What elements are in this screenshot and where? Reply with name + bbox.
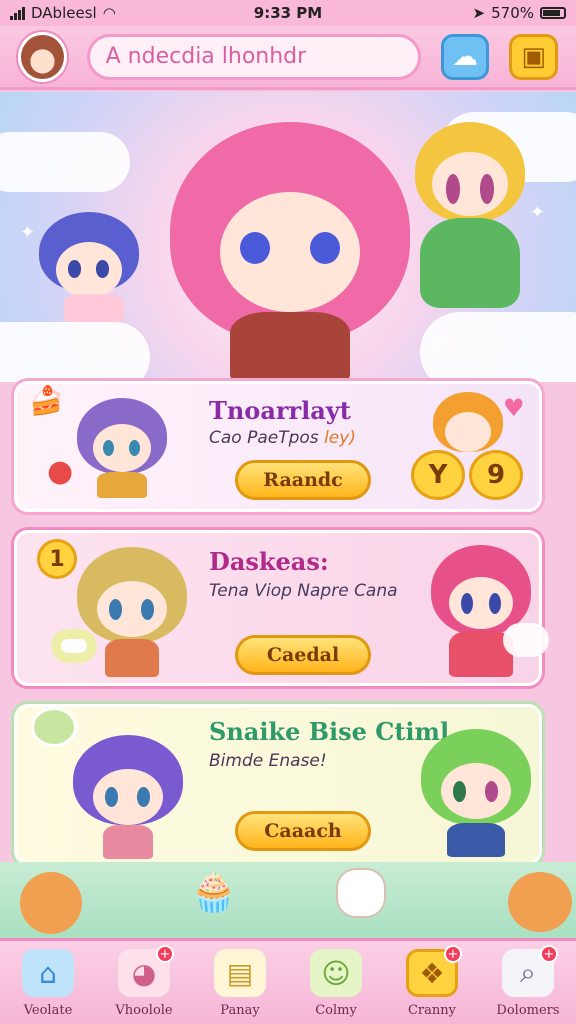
card-subtitle: Cao PaeTpos ley) [209, 428, 356, 448]
card-title: Daskeas: [209, 547, 329, 576]
character-main [170, 112, 410, 382]
avatar[interactable] [18, 31, 67, 82]
notification-badge: + [444, 945, 462, 963]
letter-badge-9[interactable]: 9 [469, 450, 523, 500]
feature-card-2[interactable]: 1 Daskeas: Tena Viop Napre Cana Caedal [14, 530, 549, 686]
bag-icon: ▣ [521, 41, 546, 72]
nav-item-cards[interactable]: ▤ Panay [192, 941, 288, 1024]
letter-badge-y[interactable]: Y [411, 450, 465, 500]
card-subtitle-text: Cao PaeTpos [209, 428, 319, 448]
cat-decoration [336, 868, 386, 918]
nav-item-search[interactable]: ⌕ + Dolomers [480, 941, 576, 1024]
location-icon: ➤ [472, 4, 486, 22]
nav-label: Dolomers [496, 1003, 560, 1018]
apple-icon: ● [47, 454, 74, 489]
card-title: Snaike Bise Ctiml [209, 717, 450, 746]
card-action-button[interactable]: Caaach [235, 811, 371, 851]
hero-banner: ✦ ✦ ✦ [0, 92, 576, 382]
heart-icon: ♥ [503, 394, 525, 422]
wifi-icon: ◠ [102, 4, 116, 22]
cloud-decoration [503, 623, 549, 657]
gamepad-icon: ☁ [452, 41, 479, 72]
rank-badge: 1 [37, 539, 77, 579]
card-subtitle-tag: ley) [324, 428, 356, 448]
character-purple-bear [77, 398, 167, 498]
nav-label: Panay [220, 1003, 260, 1018]
nav-item-gifts[interactable]: ❖ + Cranny [384, 941, 480, 1024]
battery-icon [540, 7, 566, 19]
character-purple [73, 735, 183, 859]
sparkle-icon: ✦ [430, 332, 446, 353]
friend-icon: ☺ [310, 949, 362, 997]
character-green-fox [421, 729, 531, 859]
nav-item-pets[interactable]: ◕ + Vhoolole [96, 941, 192, 1024]
character-blonde [410, 122, 530, 312]
bag-button[interactable]: ▣ [509, 33, 558, 80]
app-header: A ndecdia lhonhdr ☁ ▣ [0, 26, 576, 90]
carrier-label: DAbleesl [31, 4, 97, 22]
nav-label: Cranny [407, 1003, 456, 1018]
cloud-decoration [0, 132, 130, 192]
nav-item-friends[interactable]: ☺ Colmy [288, 941, 384, 1024]
signal-icon [10, 6, 25, 20]
controller-button[interactable]: ☁ [440, 33, 490, 80]
notification-badge: + [156, 945, 174, 963]
feature-card-3[interactable]: Snaike Bise Ctiml Bimde Enase! Caaach [14, 704, 542, 865]
bottom-nav: ⌂ Veolate ◕ + Vhoolole ▤ Panay ☺ Colmy ❖… [0, 938, 576, 1024]
clock: 9:33 PM [253, 4, 323, 22]
card-action-button[interactable]: Raandc [235, 460, 371, 500]
nav-label: Veolate [23, 1003, 73, 1018]
cake-icon: 🍰 [29, 384, 64, 417]
card-subtitle: Tena Viop Napre Cana [209, 581, 398, 601]
cupcake-icon: 🧁 [190, 870, 238, 914]
home-icon: ⌂ [22, 949, 74, 997]
feature-card-1[interactable]: 🍰 ● Tnoarrlayt Cao PaeTpos ley) Raandc ♥… [14, 381, 542, 512]
cloud-decoration [0, 322, 150, 382]
card-subtitle: Bimde Enase! [209, 751, 327, 771]
battery-percent: 570% [491, 4, 534, 22]
sparkle-icon: ✦ [530, 202, 546, 223]
bear-decoration [20, 872, 82, 934]
search-input[interactable]: A ndecdia lhonhdr [86, 33, 421, 80]
character-blonde-bear [77, 547, 187, 677]
sparkle-icon: ✦ [20, 222, 36, 243]
cards-icon: ▤ [214, 949, 266, 997]
bear-decoration [508, 872, 572, 932]
status-bar: DAbleesl ◠ 9:33 PM ➤ 570% [0, 0, 576, 26]
nav-label: Vhoolole [115, 1003, 173, 1018]
character-pink-bear [431, 545, 531, 677]
cloud-decoration [51, 629, 97, 663]
ground-decoration: 🧁 [0, 862, 576, 942]
notification-badge: + [540, 945, 558, 963]
nav-label: Colmy [315, 1003, 357, 1018]
mascot-icon [31, 707, 77, 747]
nav-item-home[interactable]: ⌂ Veolate [0, 941, 96, 1024]
character-cat-girl [34, 212, 144, 322]
card-action-button[interactable]: Caedal [235, 635, 371, 675]
card-title: Tnoarrlayt [209, 396, 351, 425]
